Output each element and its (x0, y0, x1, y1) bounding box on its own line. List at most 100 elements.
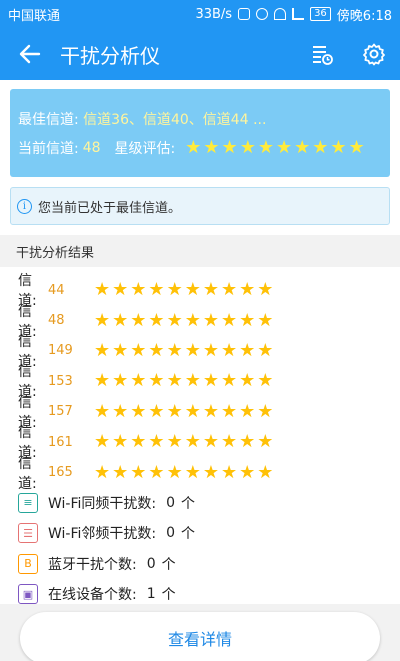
star-icon: ★ (130, 461, 147, 483)
stat-unit: 个 (181, 526, 196, 543)
star-icon: ★ (94, 431, 111, 453)
star-icon: ★ (148, 279, 165, 301)
star-icon: ★ (221, 137, 238, 158)
star-icon: ★ (257, 309, 274, 331)
star-icon: ★ (312, 137, 329, 158)
star-icon: ★ (239, 309, 256, 331)
star-icon: ★ (148, 370, 165, 392)
star-icon: ★ (130, 431, 147, 453)
star-icon: ★ (239, 339, 256, 361)
results-list: 信道: 44 ★ ★ ★ ★ ★ ★ ★ ★ ★ ★ 信道: 48 ★ ★ ★ ★ ★ ★ ★ ★ ★ ★ 信道: 149 ★ ★ ★ ★… (0, 273, 400, 609)
history-button[interactable] (296, 28, 348, 80)
stat-label: 蓝牙干扰个数: (48, 556, 137, 573)
star-icon: ★ (239, 431, 256, 453)
star-icon: ★ (112, 279, 129, 301)
star-icon: ★ (220, 370, 238, 392)
best-channel-value: 信道36、信道40、信道44 ... (83, 112, 267, 128)
star-icon: ★ (184, 279, 201, 301)
channel-label: 信道: (18, 455, 37, 492)
star-icon: ★ (239, 461, 256, 483)
stat-unit: 个 (161, 556, 176, 573)
carrier-name: 中国联通 (8, 8, 61, 24)
view-details-button[interactable]: 查看详情 (20, 612, 380, 661)
best-channel-row: 最佳信道: 信道36、信道40、信道44 ... (18, 109, 266, 129)
network-speed: 33B/s (195, 6, 233, 22)
star-icon: ★ (257, 461, 274, 483)
rating-label: 星级评估: (114, 141, 176, 157)
stat-label: 在线设备个数: (48, 587, 137, 604)
stat-unit: 个 (161, 587, 176, 604)
channel-stars: ★ ★ ★ ★ ★ ★ ★ ★ ★ ★ (94, 339, 273, 361)
star-icon: ★ (166, 339, 183, 361)
star-icon: ★ (148, 461, 165, 483)
back-button[interactable] (0, 28, 60, 80)
star-icon: ★ (166, 309, 183, 331)
star-icon: ★ (130, 309, 147, 331)
star-icon: ★ (166, 279, 183, 301)
stat-label: Wi-Fi同频干扰数: (48, 495, 157, 512)
star-icon: ★ (202, 461, 219, 483)
star-icon: ★ (257, 370, 274, 392)
stat-value: 0 (166, 494, 176, 511)
star-icon: ★ (202, 370, 219, 392)
alarm-icon (256, 8, 269, 20)
star-icon: ★ (257, 137, 274, 158)
star-icon: ★ (239, 137, 256, 158)
stat-value: 0 (146, 555, 156, 572)
star-icon: ★ (166, 431, 183, 453)
star-icon: ★ (112, 309, 129, 331)
channel-number: 165 (48, 465, 73, 481)
channel-number: 48 (48, 313, 65, 329)
star-icon: ★ (257, 400, 274, 422)
section-title: 干扰分析结果 (16, 245, 95, 261)
star-icon: ★ (348, 137, 365, 158)
device-icon: ▣ (18, 584, 38, 605)
star-icon: ★ (94, 339, 111, 361)
star-icon: ★ (202, 339, 219, 361)
star-icon: ★ (220, 461, 238, 483)
section-header: 干扰分析结果 (0, 235, 400, 267)
best-channel-label: 最佳信道: (18, 112, 79, 128)
star-icon: ★ (184, 431, 201, 453)
star-icon: ★ (148, 431, 165, 453)
star-icon: ★ (275, 137, 293, 158)
settings-button[interactable] (348, 28, 400, 80)
star-icon: ★ (220, 339, 238, 361)
star-icon: ★ (202, 400, 219, 422)
stat-value: 0 (166, 525, 176, 542)
star-icon: ★ (184, 339, 201, 361)
star-icon: ★ (220, 279, 238, 301)
channel-number: 44 (48, 282, 65, 298)
channel-stars: ★ ★ ★ ★ ★ ★ ★ ★ ★ ★ (94, 372, 273, 390)
bottom-area: 查看详情 (0, 604, 400, 661)
channel-row: 信道: 153 ★ ★ ★ ★ ★ ★ ★ ★ ★ ★ (0, 364, 400, 400)
star-icon: ★ (166, 461, 183, 483)
star-icon: ★ (184, 309, 201, 331)
wifi-icon: ≡ (18, 492, 38, 513)
star-icon: ★ (130, 339, 147, 361)
vibrate-icon (238, 8, 251, 20)
star-icon: ★ (148, 400, 165, 422)
star-icon: ★ (112, 370, 129, 392)
channel-row: 信道: 161 ★ ★ ★ ★ ★ ★ ★ ★ ★ ★ (0, 425, 400, 461)
star-icon: ★ (184, 400, 201, 422)
rating-stars: ★ ★ ★ ★ ★ ★ ★ ★ ★ ★ (185, 139, 364, 157)
star-icon: ★ (185, 137, 202, 158)
channel-stars: ★ ★ ★ ★ ★ ★ ★ ★ ★ ★ (94, 281, 273, 299)
star-icon: ★ (166, 370, 183, 392)
channel-row: 信道: 157 ★ ★ ★ ★ ★ ★ ★ ★ ★ ★ (0, 395, 400, 431)
current-channel-row: 当前信道: 48 星级评估: ★ ★ ★ ★ ★ ★ ★ ★ ★ ★ (18, 138, 365, 158)
star-icon: ★ (184, 461, 201, 483)
channel-number: 157 (48, 404, 73, 420)
page-title: 干扰分析仪 (60, 43, 160, 68)
star-icon: ★ (94, 400, 111, 422)
star-icon: ★ (239, 370, 256, 392)
list-clock-icon (313, 46, 333, 65)
notice-banner: i 您当前已处于最佳信道。 (10, 187, 390, 225)
star-icon: ★ (94, 279, 111, 301)
channel-stars: ★ ★ ★ ★ ★ ★ ★ ★ ★ ★ (94, 461, 274, 483)
star-icon: ★ (130, 370, 147, 392)
star-icon: ★ (94, 309, 111, 331)
channel-number: 149 (48, 343, 73, 359)
star-icon: ★ (148, 309, 165, 331)
